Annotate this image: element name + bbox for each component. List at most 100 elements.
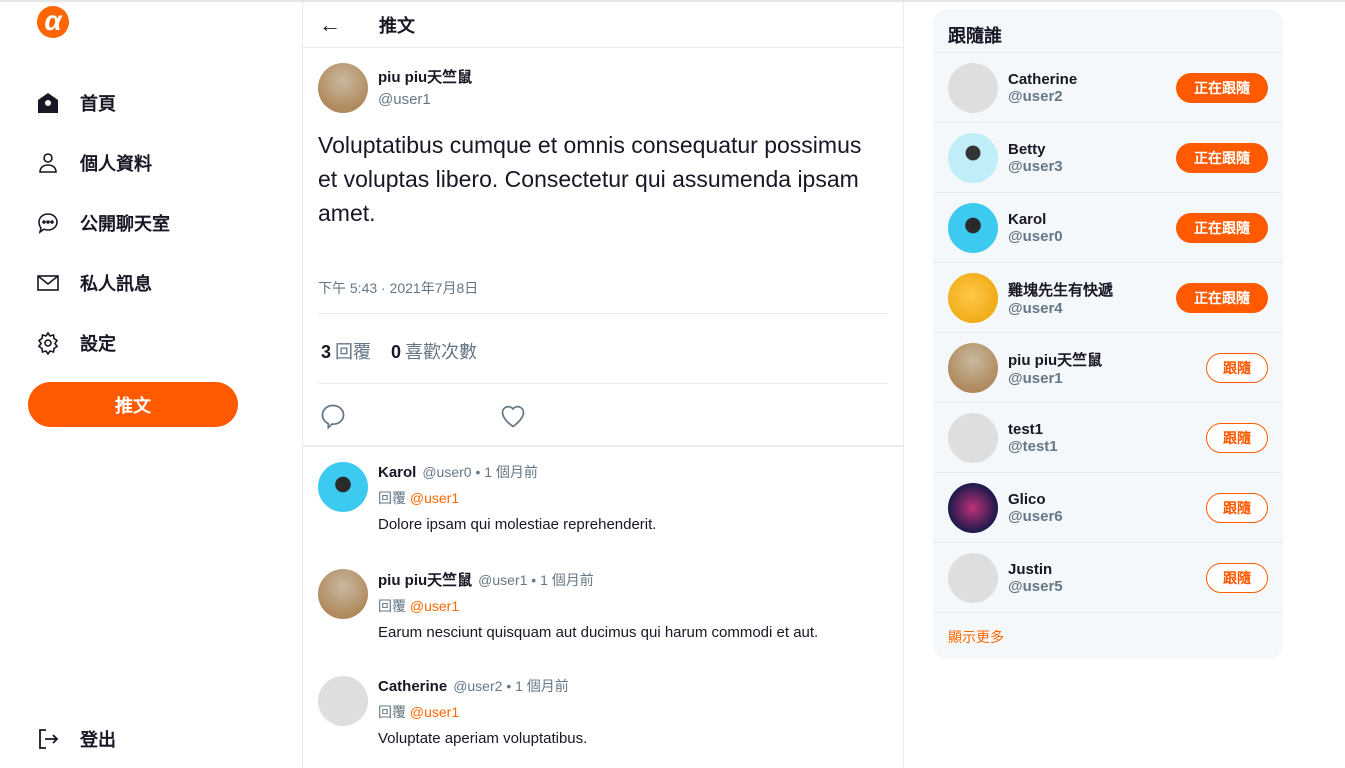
- nav-label: 設定: [80, 334, 116, 354]
- show-more-link[interactable]: 顯示更多: [933, 613, 1283, 661]
- user-handle: @user0: [1008, 227, 1063, 245]
- user-handle: @user1: [1008, 369, 1063, 387]
- tweet-button[interactable]: 推文: [28, 382, 238, 427]
- panel-title: 跟隨誰: [933, 9, 1283, 53]
- reply-prefix: 回覆: [378, 598, 406, 614]
- user-handle: @user6: [1008, 507, 1063, 525]
- reply-name: Karol: [378, 464, 417, 481]
- follow-user-row: Glico @user6 跟隨: [933, 473, 1283, 543]
- following-button[interactable]: 正在跟隨: [1176, 282, 1268, 313]
- follow-button[interactable]: 跟隨: [1206, 422, 1268, 453]
- who-to-follow: 跟隨誰 Catherine @user2 正在跟隨 Betty @user3 正…: [933, 9, 1283, 659]
- post-stats: 3 回覆 0 喜歡次數: [321, 338, 477, 364]
- avatar[interactable]: [948, 342, 998, 393]
- avatar[interactable]: [948, 482, 998, 533]
- nav-home[interactable]: 首頁: [36, 90, 116, 116]
- divider: [318, 313, 888, 314]
- gear-icon: [37, 331, 59, 355]
- user-name: 雞塊先生有快遞: [1008, 281, 1114, 299]
- nav-settings[interactable]: 設定: [36, 330, 116, 356]
- follow-user-row: Karol @user0 正在跟隨: [933, 193, 1283, 263]
- follow-user-row: Catherine @user2 正在跟隨: [933, 53, 1283, 123]
- back-arrow-icon[interactable]: ←: [319, 12, 341, 38]
- avatar[interactable]: [948, 552, 998, 603]
- page-title: 推文: [379, 15, 415, 36]
- reply-time: • 1 個月前: [506, 678, 569, 694]
- nav-public-chat[interactable]: 公開聊天室: [36, 210, 170, 236]
- reply-prefix: 回覆: [378, 490, 406, 506]
- reply-handle: @user1: [478, 572, 528, 588]
- logout-button[interactable]: 登出: [36, 726, 116, 752]
- reply-prefix: 回覆: [378, 704, 406, 720]
- author-handle: @user1: [378, 91, 431, 108]
- reply-time: • 1 個月前: [475, 464, 538, 480]
- reply-icon[interactable]: [319, 402, 347, 430]
- heart-icon[interactable]: [499, 402, 527, 430]
- following-button[interactable]: 正在跟隨: [1176, 72, 1268, 103]
- avatar[interactable]: [318, 63, 368, 113]
- post-text: Voluptatibus cumque et omnis consequatur…: [318, 132, 862, 226]
- chat-icon: [38, 213, 58, 234]
- like-label: 喜歡次數: [405, 342, 478, 362]
- following-button[interactable]: 正在跟隨: [1176, 212, 1268, 243]
- header: ← 推文: [303, 2, 903, 48]
- user-handle: @test1: [1008, 437, 1058, 455]
- follow-user-row: test1 @test1 跟隨: [933, 403, 1283, 473]
- nav-label: 個人資料: [80, 154, 152, 174]
- reply-time: • 1 個月前: [531, 572, 594, 588]
- follow-user-row: 雞塊先生有快遞 @user4 正在跟隨: [933, 263, 1283, 333]
- logout-icon: [39, 729, 59, 749]
- reply-to-link[interactable]: @user1: [410, 598, 459, 614]
- user-handle: @user2: [1008, 87, 1063, 105]
- reply-handle: @user0: [422, 464, 472, 480]
- follow-user-row: piu piu天竺鼠 @user1 跟隨: [933, 333, 1283, 403]
- nav-messages[interactable]: 私人訊息: [36, 270, 152, 296]
- nav-profile[interactable]: 個人資料: [36, 150, 152, 176]
- reply-to-link[interactable]: @user1: [410, 490, 459, 506]
- avatar[interactable]: [948, 272, 998, 323]
- follow-user-row: Justin @user5 跟隨: [933, 543, 1283, 613]
- tweet-detail: ← 推文 piu piu天竺鼠 @user1 Voluptatibus cumq…: [303, 2, 904, 768]
- reply-to-link[interactable]: @user1: [410, 704, 459, 720]
- divider: [303, 445, 904, 447]
- follow-button[interactable]: 跟隨: [1206, 352, 1268, 383]
- reply-text: Earum nesciunt quisquam aut ducimus qui …: [378, 624, 819, 641]
- nav-label: 首頁: [80, 94, 116, 114]
- divider: [318, 383, 888, 384]
- follow-user-row: Betty @user3 正在跟隨: [933, 123, 1283, 193]
- reply-item: Catherine @user2 • 1 個月前 回覆 @user1 Volupt…: [318, 676, 587, 747]
- reply-label: 回覆: [335, 342, 372, 362]
- logo[interactable]: α: [37, 6, 69, 38]
- avatar[interactable]: [948, 132, 998, 183]
- user-name: Catherine: [1008, 70, 1078, 88]
- nav-label: 私人訊息: [80, 274, 152, 294]
- nav-label: 登出: [80, 730, 116, 750]
- post-time: 下午 5:43 · 2021年7月8日: [318, 280, 479, 296]
- reply-handle: @user2: [453, 678, 503, 694]
- author-name: piu piu天竺鼠: [378, 69, 473, 86]
- user-icon: [39, 153, 57, 173]
- reply-item: piu piu天竺鼠 @user1 • 1 個月前 回覆 @user1 Earum…: [318, 569, 818, 641]
- avatar[interactable]: [948, 412, 998, 463]
- post-author: piu piu天竺鼠 @user1: [318, 63, 472, 113]
- avatar[interactable]: [318, 462, 368, 512]
- follow-button[interactable]: 跟隨: [1206, 562, 1268, 593]
- user-name: test1: [1008, 420, 1044, 438]
- avatar[interactable]: [948, 62, 998, 113]
- reply-text: Voluptate aperiam voluptatibus.: [378, 730, 588, 747]
- following-button[interactable]: 正在跟隨: [1176, 142, 1268, 173]
- reply-count: 3: [321, 342, 332, 362]
- nav-label: 公開聊天室: [80, 214, 170, 234]
- reply-item: Karol @user0 • 1 個月前 回覆 @user1 Dolore ips…: [318, 462, 656, 533]
- user-name: Glico: [1008, 490, 1046, 508]
- user-name: piu piu天竺鼠: [1008, 351, 1103, 369]
- reply-name: piu piu天竺鼠: [378, 572, 473, 589]
- reply-text: Dolore ipsam qui molestiae reprehenderit…: [378, 516, 657, 533]
- follow-button[interactable]: 跟隨: [1206, 492, 1268, 523]
- like-count: 0: [391, 342, 402, 362]
- avatar[interactable]: [318, 676, 368, 726]
- avatar[interactable]: [318, 569, 368, 619]
- avatar[interactable]: [948, 202, 998, 253]
- user-name: Justin: [1008, 560, 1053, 578]
- user-handle: @user3: [1008, 157, 1063, 175]
